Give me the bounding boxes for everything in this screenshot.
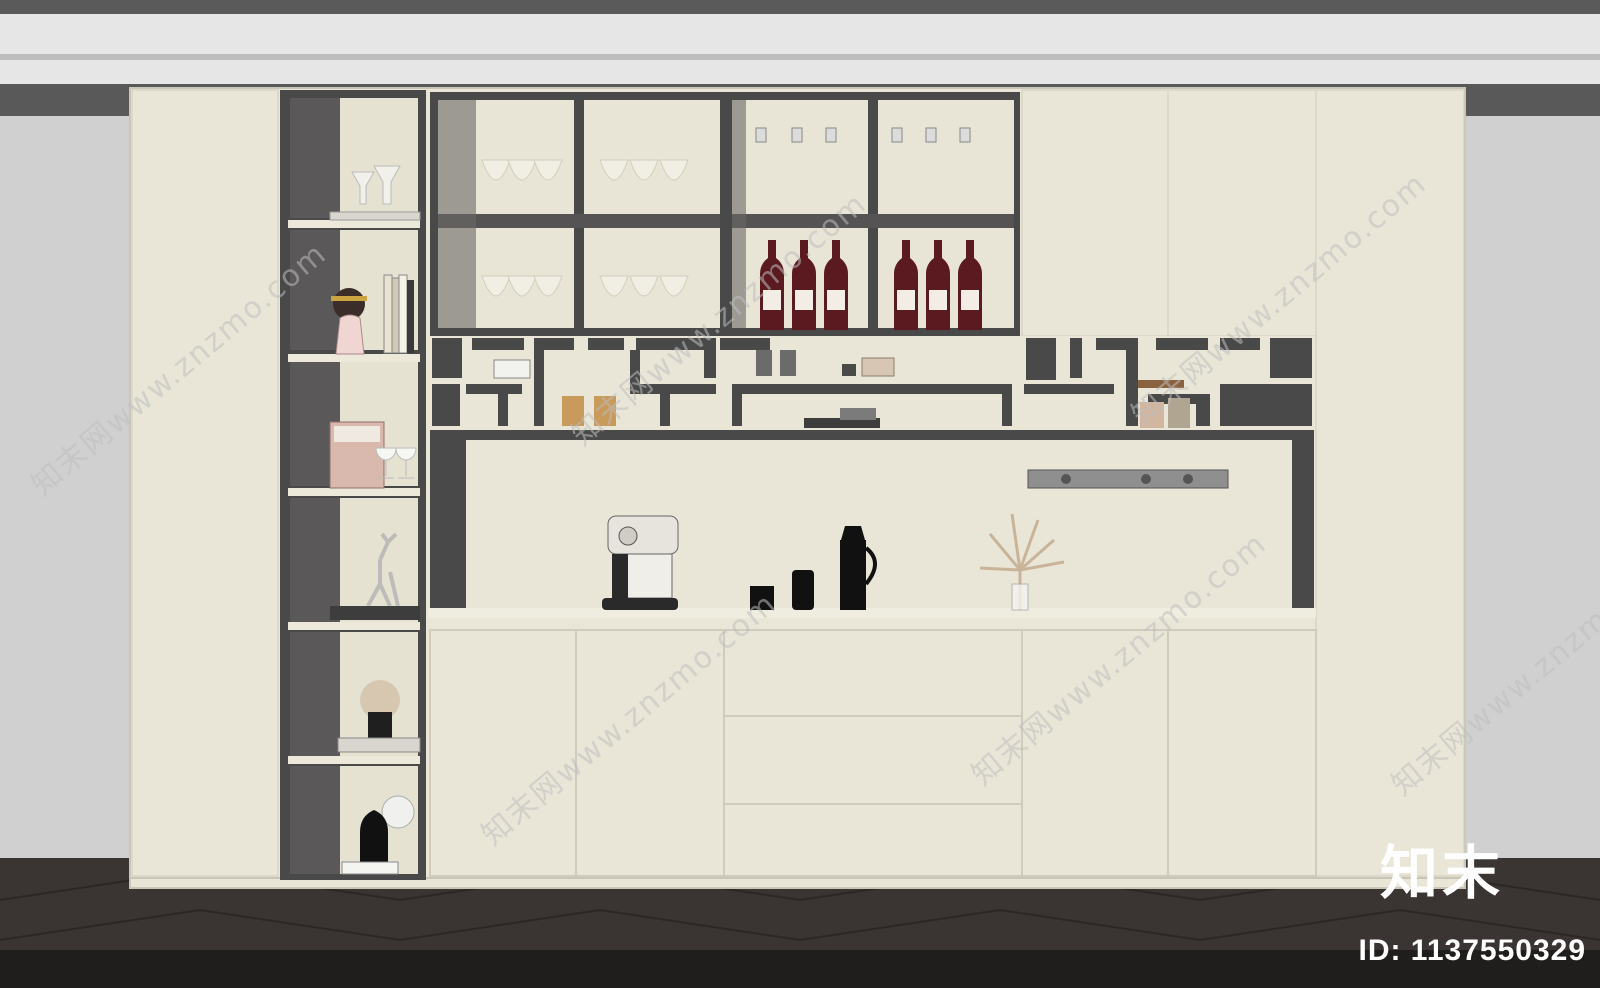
- book-stack-upright: [383, 274, 414, 354]
- espresso-machine: [602, 515, 679, 610]
- ceiling-molding: [0, 14, 1600, 84]
- lower-doors-and-drawers: [429, 629, 1317, 877]
- molding-line: [0, 54, 1600, 60]
- ceiling-shadow: [0, 0, 1600, 14]
- left-tall-door: [131, 89, 279, 877]
- render-canvas: [0, 0, 1600, 988]
- brand-mark: 知末: [1379, 839, 1504, 907]
- counter-niche-back: [466, 440, 1292, 608]
- countertop: [428, 608, 1316, 618]
- cabinet-render: 知末网www.znzmo.com 知末网www.znzmo.com 知末网www…: [0, 0, 1600, 988]
- wall-power-track: [1027, 469, 1229, 489]
- image-id-label: ID: 1137550329: [1358, 934, 1586, 967]
